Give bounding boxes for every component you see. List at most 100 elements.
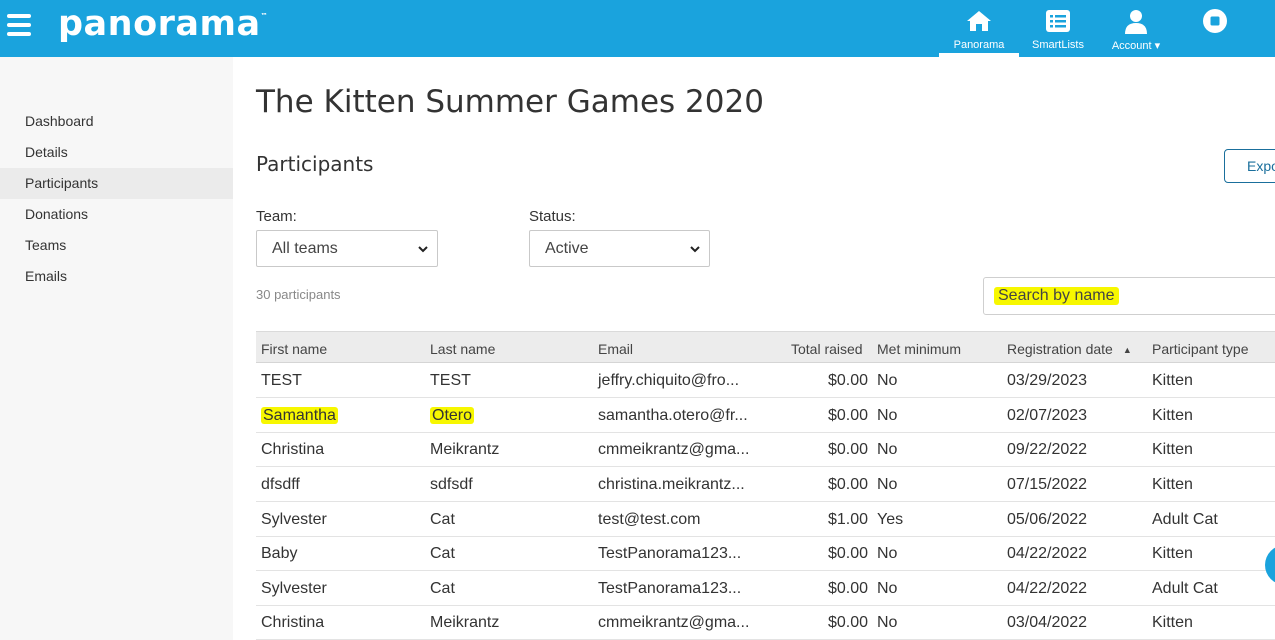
column-header-registration-date[interactable]: Registration date ▲	[1007, 341, 1132, 357]
cell-text: 03/29/2023	[1007, 372, 1088, 389]
nav-label: Panorama	[953, 39, 1005, 51]
cell-first-name: Samantha	[261, 407, 338, 425]
nav-account[interactable]: Account ▾	[1101, 0, 1171, 57]
cell-total-raised: $0.00	[828, 407, 868, 425]
table-row[interactable]: Christina Meikrantz cmmeikrantz@gma... $0.0…	[256, 605, 1275, 640]
cell-registration-date: 09/22/2022	[1007, 441, 1087, 459]
table-row[interactable]: Christina Meikrantz cmmeikrantz@gma... $0.0…	[256, 432, 1275, 467]
cell-total-raised: $0.00	[828, 441, 868, 459]
team-select[interactable]: All teams	[256, 230, 438, 267]
cell-text: Kitten	[1152, 407, 1193, 424]
cell-text: Kitten	[1152, 441, 1193, 458]
cell-participant-type: Adult Cat	[1152, 580, 1218, 598]
cell-text: Baby	[261, 545, 298, 562]
column-header-met-minimum[interactable]: Met minimum	[877, 341, 961, 357]
cell-last-name: TEST	[430, 372, 471, 390]
home-icon	[967, 11, 991, 31]
table-row[interactable]: TEST TEST jeffry.chiquito@fro... $0.00 No 03/…	[256, 363, 1275, 398]
cell-text: Cat	[430, 545, 455, 562]
cell-text: No	[877, 614, 898, 631]
nav-panorama[interactable]: Panorama	[939, 0, 1019, 57]
cell-text: TestPanorama123...	[598, 580, 742, 597]
cell-last-name: Cat	[430, 580, 455, 598]
sidebar-item-details[interactable]: Details	[0, 137, 233, 168]
cell-text: No	[877, 545, 898, 562]
cell-participant-type: Kitten	[1152, 372, 1193, 390]
cell-email: cmmeikrantz@gma...	[598, 614, 749, 632]
cell-text: 02/07/2023	[1007, 407, 1088, 424]
cell-met-minimum: No	[877, 614, 897, 632]
cell-first-name: Baby	[261, 545, 297, 563]
status-select[interactable]: Active	[529, 230, 710, 267]
column-header-last-name[interactable]: Last name	[430, 341, 495, 357]
cell-text: Cat	[430, 511, 455, 528]
cell-met-minimum: No	[877, 476, 897, 494]
cell-text: 05/06/2022	[1007, 511, 1088, 528]
cell-email: christina.meikrantz...	[598, 476, 745, 494]
cell-email: test@test.com	[598, 511, 701, 529]
cell-text: jeffry.chiquito@fro...	[598, 372, 740, 389]
cell-first-name: Christina	[261, 614, 324, 632]
sidebar-item-donations[interactable]: Donations	[0, 199, 233, 230]
cell-last-name: Otero	[430, 407, 475, 425]
export-button[interactable]: Export	[1224, 149, 1275, 183]
table-row[interactable]: Baby Cat TestPanorama123... $0.00 No 04/22/20…	[256, 536, 1275, 571]
table-row[interactable]: Sylvester Cat TestPanorama123... $0.00 No 04/…	[256, 571, 1275, 606]
panorama-logo[interactable]: panorama™	[58, 4, 268, 44]
cell-text: Christina	[261, 614, 325, 631]
cell-text: $0.00	[827, 372, 868, 389]
nav-label: SmartLists	[1032, 39, 1084, 51]
cell-registration-date: 04/22/2022	[1007, 545, 1087, 563]
cell-met-minimum: No	[877, 545, 897, 563]
column-header-first-name[interactable]: First name	[261, 341, 327, 357]
cell-text: 04/22/2022	[1007, 580, 1088, 597]
cell-text: 03/04/2022	[1007, 614, 1088, 631]
sidebar-item-dashboard[interactable]: Dashboard	[0, 106, 233, 137]
cell-text: No	[877, 372, 898, 389]
list-icon	[1046, 10, 1070, 32]
cell-text: $1.00	[827, 511, 868, 528]
cell-text: No	[877, 441, 898, 458]
cell-participant-type: Kitten	[1152, 614, 1193, 632]
nav-stop[interactable]	[1195, 0, 1235, 57]
cell-email: samantha.otero@fr...	[598, 407, 748, 425]
table-row[interactable]: Samantha Otero samantha.otero@fr... $0.00 No…	[256, 398, 1275, 433]
cell-registration-date: 04/22/2022	[1007, 580, 1087, 598]
column-header-participant-type[interactable]: Participant type	[1152, 341, 1249, 357]
sidebar-item-participants[interactable]: Participants	[0, 168, 233, 199]
sidebar-item-emails[interactable]: Emails	[0, 261, 233, 292]
cell-last-name: Cat	[430, 545, 455, 563]
cell-participant-type: Kitten	[1152, 441, 1193, 459]
cell-text: Otero	[430, 407, 475, 424]
cell-text: No	[877, 476, 898, 493]
cell-total-raised: $0.00	[828, 476, 868, 494]
column-header-total-raised[interactable]: Total raised	[791, 341, 863, 357]
sidebar-item-teams[interactable]: Teams	[0, 230, 233, 261]
cell-text: TEST	[430, 372, 471, 389]
cell-text: Kitten	[1152, 372, 1193, 389]
cell-email: TestPanorama123...	[598, 545, 741, 563]
cell-text: Kitten	[1152, 545, 1193, 562]
table-row[interactable]: dfsdff sdfsdf christina.meikrantz... $0.00 N…	[256, 467, 1275, 502]
nav-smartlists[interactable]: SmartLists	[1023, 0, 1093, 57]
cell-text: 09/22/2022	[1007, 441, 1088, 458]
cell-last-name: Meikrantz	[430, 614, 499, 632]
cell-total-raised: $1.00	[828, 511, 868, 529]
hamburger-menu-icon[interactable]	[7, 14, 31, 36]
search-input[interactable]: Search by name	[983, 277, 1275, 315]
cell-text: TEST	[261, 372, 302, 389]
cell-last-name: Meikrantz	[430, 441, 499, 459]
cell-total-raised: $0.00	[828, 580, 868, 598]
cell-text: cmmeikrantz@gma...	[598, 614, 750, 631]
table-row[interactable]: Sylvester Cat test@test.com $1.00 Yes 05/06/2…	[256, 502, 1275, 537]
cell-text: Yes	[877, 511, 904, 528]
team-select-value: All teams	[272, 240, 338, 257]
cell-participant-type: Adult Cat	[1152, 511, 1218, 529]
cell-text: test@test.com	[598, 511, 701, 528]
cell-text: Adult Cat	[1152, 511, 1218, 528]
cell-last-name: Cat	[430, 511, 455, 529]
cell-participant-type: Kitten	[1152, 545, 1193, 563]
cell-text: christina.meikrantz...	[598, 476, 745, 493]
column-header-email[interactable]: Email	[598, 341, 633, 357]
sidebar: Dashboard Details Participants Donations…	[0, 57, 233, 640]
